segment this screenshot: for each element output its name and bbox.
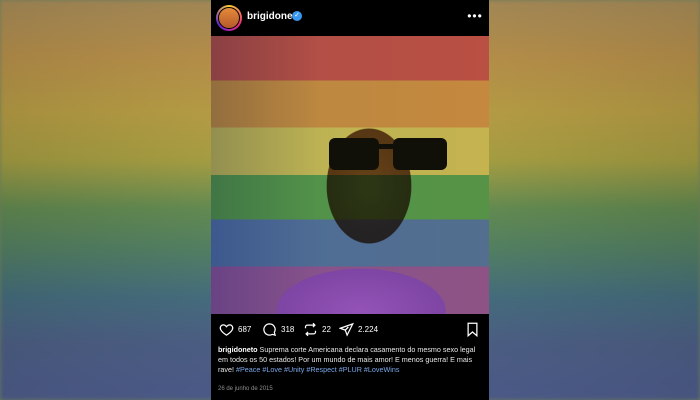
repost-count: 22 [322,324,331,334]
bookmark-icon [467,322,478,337]
instagram-post: brigidoneto ✓ ••• 687 318 22 2.224 brigi… [211,0,489,400]
share-action[interactable]: 2.224 [339,321,378,337]
share-icon [339,322,354,337]
heart-icon [219,323,234,336]
avatar[interactable] [216,5,242,31]
post-photo[interactable] [211,36,489,314]
caption-username[interactable]: brigidoneto [218,345,258,354]
hashtag[interactable]: #Unity [284,365,304,374]
repost-action[interactable]: 22 [303,321,331,337]
bookmark-action[interactable] [465,321,480,337]
hashtag[interactable]: #Respect [306,365,336,374]
verified-icon: ✓ [292,11,302,21]
like-count: 687 [238,324,252,334]
post-caption: brigidoneto Suprema corte Americana decl… [218,345,483,375]
more-icon[interactable]: ••• [465,8,485,24]
avatar-image [218,7,240,29]
comment-icon [263,322,277,336]
hashtag[interactable]: #LoveWins [364,365,400,374]
action-bar: 687 318 22 2.224 [211,314,489,344]
hashtag[interactable]: #Peace [236,365,260,374]
repost-icon [304,322,317,336]
comment-action[interactable]: 318 [262,321,294,337]
hashtag[interactable]: #PLUR [339,365,362,374]
hashtag[interactable]: #Love [262,365,282,374]
comment-count: 318 [281,324,295,334]
like-action[interactable]: 687 [219,321,251,337]
rainbow-overlay [211,36,489,314]
post-date: 26 de junho de 2015 [218,386,273,392]
share-count: 2.224 [358,324,379,334]
post-header: brigidoneto ✓ ••• [211,0,489,36]
